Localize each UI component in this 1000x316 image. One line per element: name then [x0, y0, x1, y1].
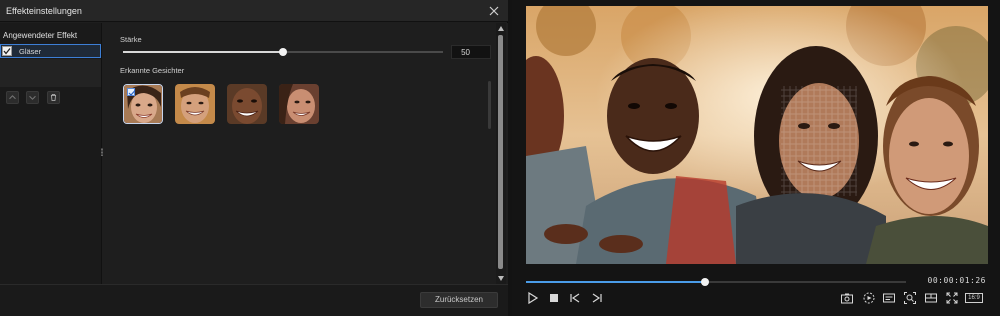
dialog-titlebar: Effekteinstellungen	[0, 0, 508, 22]
face-thumbnail-3[interactable]	[227, 84, 267, 124]
chevron-down-icon	[29, 95, 36, 100]
effect-item-glasses[interactable]: Gläser	[0, 44, 101, 58]
chevron-up-icon	[9, 95, 16, 100]
delete-effect-button[interactable]	[47, 91, 60, 104]
selected-check-icon	[127, 88, 136, 96]
aspect-ratio-button[interactable]: 16:9	[965, 293, 983, 303]
effect-list-empty-area	[0, 59, 101, 87]
move-up-button[interactable]	[6, 91, 19, 104]
next-frame-button[interactable]	[590, 291, 604, 305]
strength-label: Stärke	[120, 35, 142, 44]
display-layout-button[interactable]	[924, 291, 938, 305]
strength-value: 50	[461, 48, 470, 57]
camera-icon	[841, 293, 853, 304]
face-thumbnail-image	[175, 84, 215, 124]
face-thumbnail-1[interactable]	[123, 84, 163, 124]
scroll-up-arrow-icon[interactable]	[498, 26, 504, 31]
video-preview-frame	[526, 6, 988, 264]
dialog-footer: Zurücksetzen	[0, 284, 508, 316]
effect-settings-dialog: Effekteinstellungen Angewendeter Effekt …	[0, 0, 508, 316]
move-down-button[interactable]	[26, 91, 39, 104]
close-icon[interactable]	[486, 3, 502, 19]
checkbox-checked-icon[interactable]	[2, 46, 12, 56]
scrollbar-thumb[interactable]	[498, 35, 503, 269]
zoom-button[interactable]	[903, 291, 917, 305]
expand-icon	[946, 292, 958, 304]
playback-quality-button[interactable]	[862, 291, 876, 305]
skip-back-icon	[570, 293, 580, 303]
strength-slider[interactable]	[123, 48, 443, 56]
play-icon	[528, 291, 539, 305]
snapshot-button[interactable]	[840, 291, 854, 305]
reset-button[interactable]: Zurücksetzen	[420, 292, 498, 308]
strength-slider-fill	[123, 51, 283, 53]
strength-slider-handle[interactable]	[279, 48, 287, 56]
video-frame-image	[526, 6, 988, 264]
strength-value-field[interactable]: 50	[451, 45, 491, 59]
subtitles-button[interactable]	[882, 291, 896, 305]
timecode-display: 00:00:01:26	[927, 276, 986, 285]
face-thumbnail-image	[227, 84, 267, 124]
quality-dial-icon	[863, 292, 875, 304]
applied-effects-pane: Angewendeter Effekt Gläser	[0, 23, 102, 284]
faces-scrollbar[interactable]	[488, 81, 491, 129]
face-thumbnail-4[interactable]	[279, 84, 319, 124]
applied-effects-title: Angewendeter Effekt	[3, 31, 78, 40]
face-thumbnail-2[interactable]	[175, 84, 215, 124]
timeline-scrubber[interactable]	[700, 278, 709, 286]
play-button[interactable]	[526, 291, 540, 305]
stop-icon	[550, 294, 558, 302]
detected-faces-label: Erkannte Gesichter	[120, 66, 185, 75]
preview-player: 00:00:01:26 16:9	[512, 0, 1000, 316]
timeline-progress	[526, 281, 705, 283]
trash-icon	[50, 94, 57, 101]
vertical-scrollbar[interactable]	[496, 23, 506, 284]
scroll-down-arrow-icon[interactable]	[498, 276, 504, 281]
effect-item-label: Gläser	[19, 47, 42, 56]
playback-timeline[interactable]	[526, 278, 906, 286]
effect-parameters-pane: Stärke 50 Erkannte Gesichter	[103, 23, 508, 284]
stop-button[interactable]	[547, 291, 561, 305]
layout-icon	[925, 293, 937, 303]
previous-frame-button[interactable]	[568, 291, 582, 305]
zoom-frame-icon	[904, 292, 916, 304]
fullscreen-button[interactable]	[945, 291, 959, 305]
skip-forward-icon	[592, 293, 602, 303]
subtitles-icon	[883, 293, 895, 303]
face-thumbnail-image	[279, 84, 319, 124]
dialog-title: Effekteinstellungen	[6, 6, 82, 16]
